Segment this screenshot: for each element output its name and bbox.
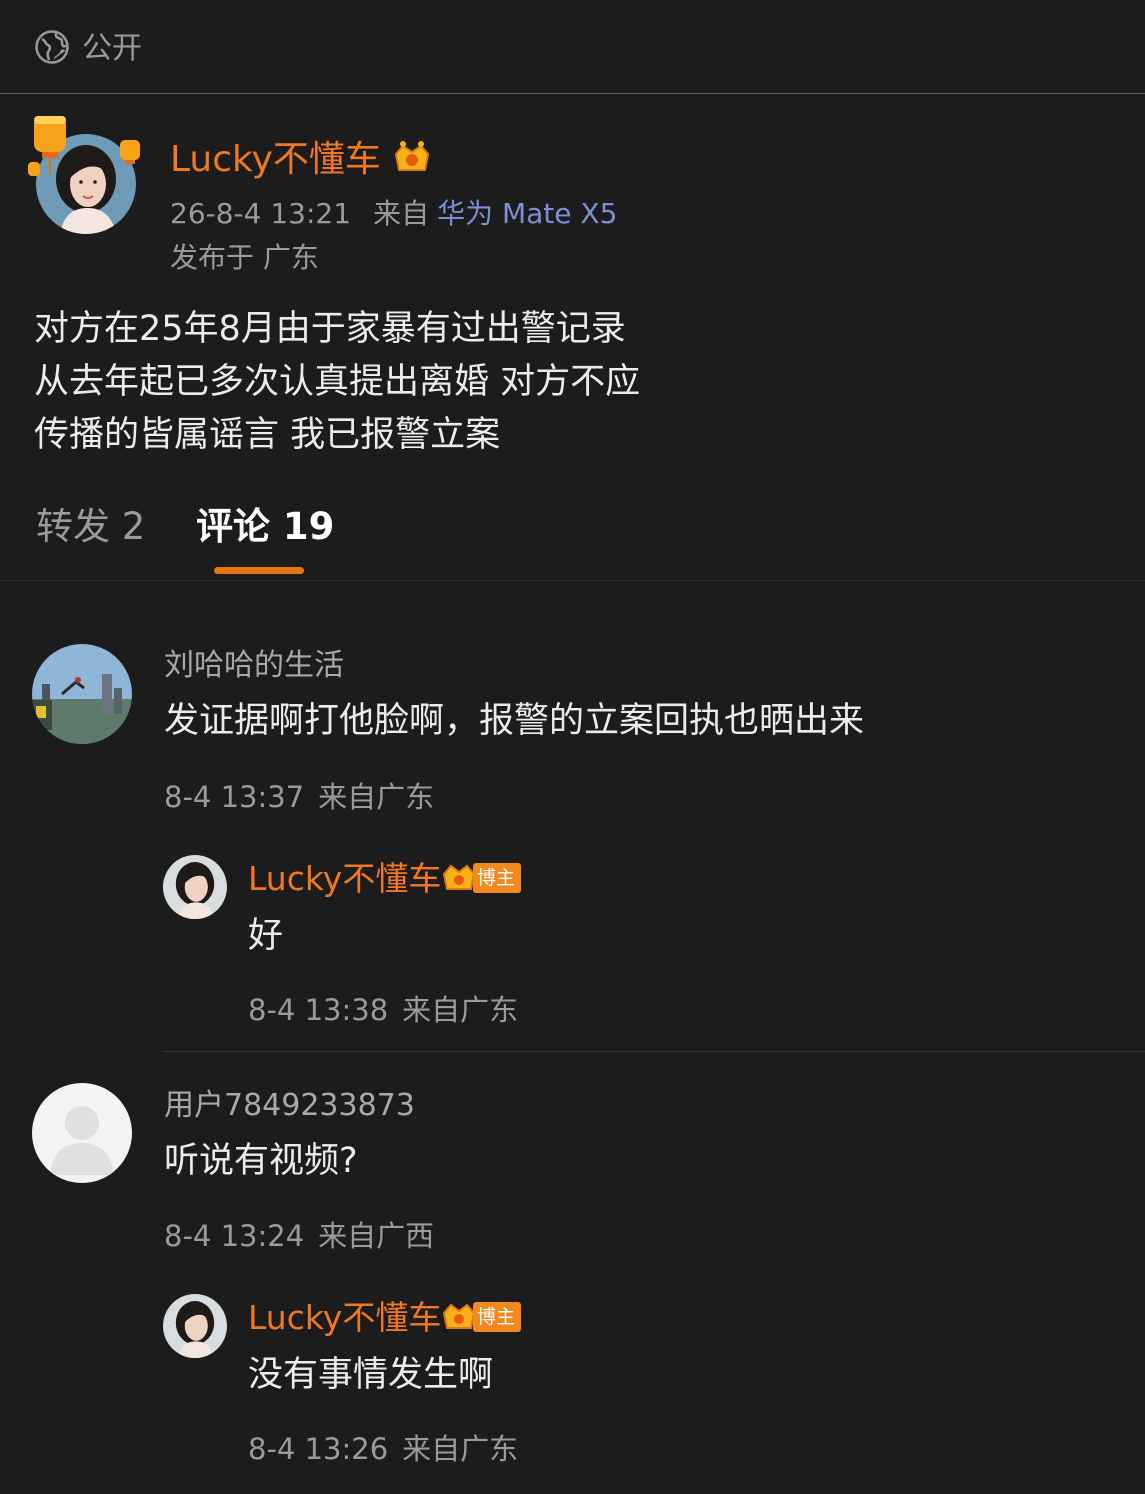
blogger-badge: 博主 <box>441 1300 522 1334</box>
active-tab-indicator <box>214 567 304 574</box>
vip-crown-icon <box>442 1303 476 1329</box>
comment-text: 听说有视频? <box>164 1141 358 1181</box>
post-location: 发布于 广东 <box>170 241 319 274</box>
comment-time: 8-4 13:24 <box>164 1219 305 1253</box>
divider <box>163 1051 1145 1052</box>
post-body: 对方在25年8月由于家暴有过出警记录 从去年起已多次认真提出离婚 对方不应 传播… <box>34 303 640 462</box>
blogger-tag: 博主 <box>473 1302 522 1332</box>
post-line: 传播的皆属谣言 我已报警立案 <box>34 415 501 455</box>
author-name[interactable]: Lucky不懂车 <box>170 138 381 182</box>
reply-author-name[interactable]: Lucky不懂车 <box>248 858 441 900</box>
globe-icon <box>35 30 69 64</box>
reply-source: 来自广东 <box>402 993 519 1027</box>
comment-text: 发证据啊打他脸啊，报警的立案回执也晒出来 <box>164 701 865 741</box>
reply-time: 8-4 13:26 <box>248 1432 389 1466</box>
comment-time: 8-4 13:37 <box>164 780 305 814</box>
reply-meta: 8-4 13:26 来自广东 <box>248 1430 518 1468</box>
comment-source: 来自广东 <box>318 780 435 814</box>
commenter-name[interactable]: 用户7849233873 <box>164 1086 415 1126</box>
reply-text: 没有事情发生啊 <box>248 1355 494 1395</box>
tab-comments[interactable]: 评论 19 <box>196 503 334 551</box>
reply-source: 来自广东 <box>402 1432 519 1466</box>
device-link[interactable]: 华为 Mate X5 <box>437 197 617 230</box>
blogger-tag: 博主 <box>473 863 522 893</box>
reply-author-name[interactable]: Lucky不懂车 <box>248 1297 441 1339</box>
visibility-bar: 公开 <box>0 0 1145 94</box>
tab-reposts[interactable]: 转发 2 <box>36 503 145 551</box>
divider <box>0 580 1145 581</box>
reply-avatar[interactable] <box>163 1294 227 1358</box>
lantern-decoration <box>28 162 40 176</box>
vip-crown-icon <box>394 141 430 171</box>
comment-meta: 8-4 13:24 来自广西 <box>164 1217 434 1255</box>
reply-meta: 8-4 13:38 来自广东 <box>248 991 518 1029</box>
reply-time: 8-4 13:38 <box>248 993 389 1027</box>
comment-meta: 8-4 13:37 来自广东 <box>164 778 434 816</box>
vip-crown-icon <box>442 864 476 890</box>
commenter-name[interactable]: 刘哈哈的生活 <box>164 646 344 686</box>
post-line: 对方在25年8月由于家暴有过出警记录 <box>34 309 626 349</box>
visibility-label: 公开 <box>82 31 142 66</box>
blogger-badge: 博主 <box>441 861 522 895</box>
commenter-avatar[interactable] <box>32 1083 132 1183</box>
reply-text: 好 <box>248 916 284 956</box>
commenter-avatar[interactable] <box>32 644 132 744</box>
reply-avatar[interactable] <box>163 855 227 919</box>
lantern-decoration <box>120 140 140 164</box>
source-label: 来自 <box>373 197 430 230</box>
post-meta: 26-8-4 13:21 来自 华为 Mate X5 <box>170 196 617 232</box>
post-time: 26-8-4 13:21 <box>170 197 352 230</box>
comment-source: 来自广西 <box>318 1219 435 1253</box>
post-line: 从去年起已多次认真提出离婚 对方不应 <box>34 362 641 402</box>
